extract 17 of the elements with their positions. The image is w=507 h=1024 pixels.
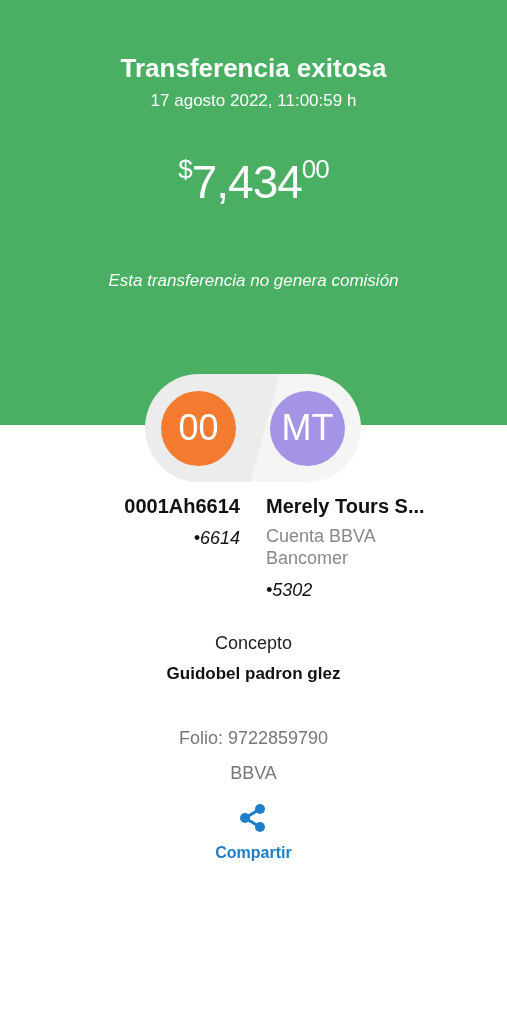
initials-avatar: 00 — [161, 390, 236, 466]
amount-text: $^{$}$7,434$^{00}$ — [178, 155, 329, 208]
recipient-name: Merely Tours S... — [266, 494, 425, 519]
fee-note: Esta transferencia no genera comisión — [108, 269, 399, 292]
account-number: •6614 — [193, 527, 240, 550]
account-number: •5302 — [266, 579, 313, 602]
sender-name: 0001Ah6614 — [124, 494, 240, 519]
initials-avatar: MT — [270, 390, 345, 466]
screen-title: Transferencia exitosa — [120, 52, 387, 84]
bank-name: Cuenta BBVA Bancomer — [266, 525, 377, 569]
share-button[interactable]: Compartir — [215, 802, 292, 865]
date-text: 17 agosto 2022, 11:00:59 h — [150, 90, 357, 112]
concept-label: Concepto — [214, 632, 293, 655]
concept-value: Guidobel padron glez — [166, 663, 341, 685]
bank-text: BBVA — [230, 761, 277, 785]
share-icon — [239, 802, 268, 833]
folio-text: Folio: 9722859790 — [178, 726, 329, 750]
